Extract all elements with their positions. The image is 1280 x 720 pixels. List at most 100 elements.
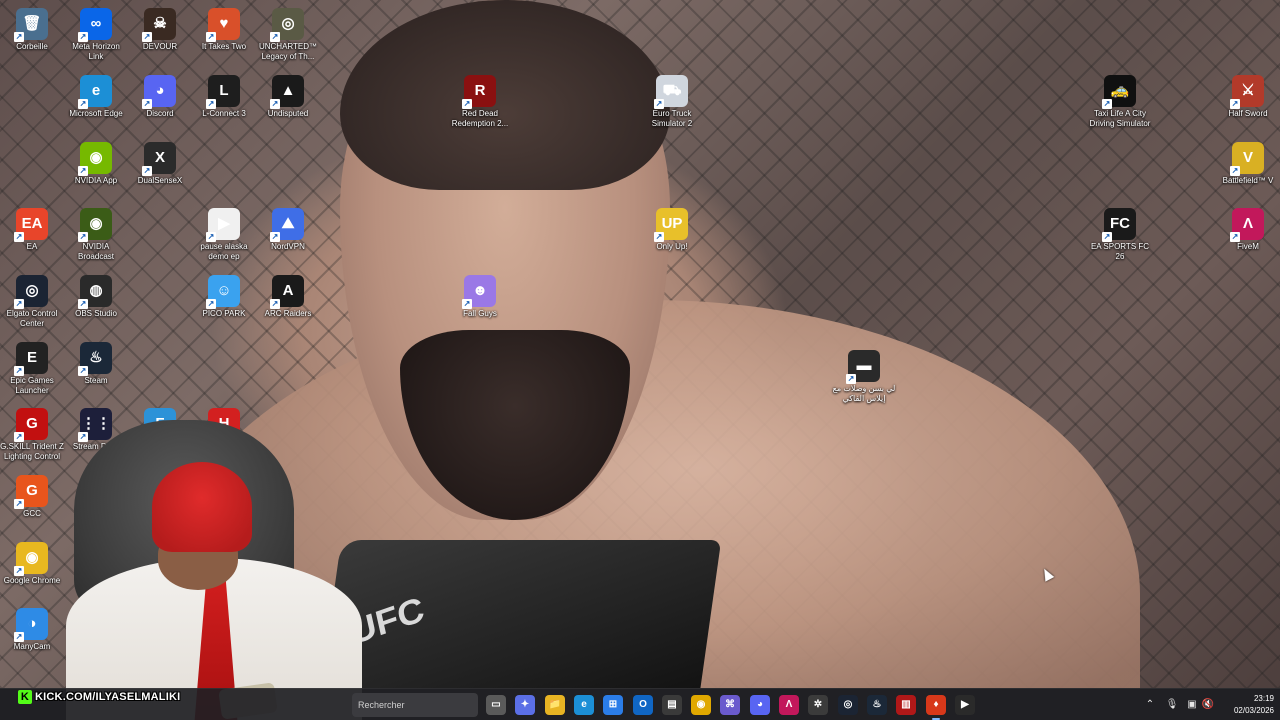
taskbar-outlook-icon[interactable]: O [633, 695, 653, 715]
taxi-life-icon: 🚕 [1102, 75, 1136, 109]
desktop-icon[interactable]: EAEA [0, 204, 64, 252]
desktop-icon-label: pause alaska demo ep [200, 242, 248, 261]
desktop-icon-label: Taxi Life A City Driving Simulator [1089, 109, 1151, 128]
gcc-icon: G [14, 475, 48, 509]
euro-truck-icon: ⛟ [654, 75, 688, 109]
desktop-icon[interactable]: GGCC [0, 471, 64, 519]
taskbar-clapper-icon[interactable]: ▤ [662, 695, 682, 715]
desktop-icon[interactable]: EEpic Games Launcher [0, 338, 64, 396]
desktop-icon[interactable]: XDualSenseX [128, 138, 192, 186]
network-icon[interactable]: ▣ [1184, 689, 1200, 720]
taskbar-task-view-icon[interactable]: ▭ [486, 695, 506, 715]
kick-logo-icon: K [18, 690, 32, 704]
chrome-icon: ◉ [14, 542, 48, 576]
devour-icon: ☠ [142, 8, 176, 42]
nvidia-broadcast-icon: ◉ [78, 208, 112, 242]
clock-date: 02/03/2026 [1233, 706, 1274, 715]
desktop-icon-label: Fall Guys [463, 309, 497, 318]
manycam-icon: ◑ [14, 608, 48, 642]
desktop-icon-label: PICO PARK [202, 309, 246, 318]
desktop-icon[interactable]: ☠DEVOUR [128, 4, 192, 52]
desktop-icon-label: Elgato Control Center [6, 309, 58, 328]
desktop-icon[interactable]: eMicrosoft Edge [64, 71, 128, 119]
desktop-icon[interactable]: ⚔Half Sword [1216, 71, 1280, 119]
desktop-icon-label: Euro Truck Simulator 2 [651, 109, 693, 128]
taskbar-controller-icon[interactable]: ⌘ [720, 695, 740, 715]
taskbar: Rechercher ▭ ✦ 📁 e ⊞ O ▤ ◉ ⌘ ◕ Λ ✲ ◎ ♨ ▥ ♦ ▶ ⌃ 🎙 ▣ 🔇 23:… [0, 688, 1280, 720]
taskbar-fivem-icon[interactable]: Λ [779, 695, 799, 715]
desktop-icon[interactable]: ☺PICO PARK [192, 271, 256, 319]
desktop-icon-label: It Takes Two [201, 42, 247, 51]
gskill-icon: G [14, 408, 48, 442]
desktop-icon[interactable]: RRed Dead Redemption 2... [448, 71, 512, 129]
desktop-icon-label: Epic Games Launcher [10, 376, 54, 395]
desktop-icon[interactable]: ◎UNCHARTED™ Legacy of Th... [256, 4, 320, 62]
desktop-icon[interactable]: ◑ManyCam [0, 604, 64, 652]
taskbar-store-icon[interactable]: ⊞ [603, 695, 623, 715]
desktop-icon[interactable]: ⛰NordVPN [256, 204, 320, 252]
desktop-icon-label: ManyCam [13, 642, 51, 651]
video-file-icon: ▬ [846, 350, 880, 384]
taskbar-copilot-icon[interactable]: ✦ [515, 695, 535, 715]
elgato-icon: ◎ [14, 275, 48, 309]
desktop-icon[interactable]: ▲Undisputed [256, 71, 320, 119]
taskbar-search-input[interactable]: Rechercher [352, 693, 478, 717]
desktop-icon[interactable]: ◍OBS Studio [64, 271, 128, 319]
desktop-icon-label: Undisputed [267, 109, 309, 118]
desktop-icon[interactable]: ♨Steam [64, 338, 128, 386]
desktop-icon-label: UNCHARTED™ Legacy of Th... [258, 42, 318, 61]
desktop-icon[interactable]: ◎Elgato Control Center [0, 271, 64, 329]
desktop-icon[interactable]: ΛFiveM [1216, 204, 1280, 252]
edge-icon: e [78, 75, 112, 109]
taskbar-discord-icon[interactable]: ◕ [750, 695, 770, 715]
taskbar-elgato-icon[interactable]: ◎ [838, 695, 858, 715]
desktop-icon-label: Only Up! [656, 242, 688, 251]
desktop-icon-label: Red Dead Redemption 2... [451, 109, 509, 128]
dualsensex-icon: X [142, 142, 176, 176]
taskbar-edge-icon[interactable]: e [574, 695, 594, 715]
steam-icon: ♨ [78, 342, 112, 376]
desktop-icon[interactable]: ▶pause alaska demo ep [192, 204, 256, 262]
taskbar-steelseries-icon[interactable]: ✲ [808, 695, 828, 715]
desktop-icon[interactable]: 🗑Corbeille [0, 4, 64, 52]
desktop-icon-label: NordVPN [271, 242, 305, 251]
desktop-icon[interactable]: ◉NVIDIA Broadcast [64, 204, 128, 262]
recycle-bin-icon: 🗑 [14, 8, 48, 42]
taskbar-steam-icon[interactable]: ♨ [867, 695, 887, 715]
desktop-icon[interactable]: GG.SKILL Trident Z Lighting Control [0, 404, 64, 462]
uncharted-icon: ◎ [270, 8, 304, 42]
desktop-icon[interactable]: 🚕Taxi Life A City Driving Simulator [1088, 71, 1152, 129]
taskbar-game-active-icon[interactable]: ♦ [926, 695, 946, 720]
desktop-icon[interactable]: UPOnly Up! [640, 204, 704, 252]
search-placeholder: Rechercher [358, 700, 405, 710]
desktop-icon[interactable]: ◕Discord [128, 71, 192, 119]
desktop-icon[interactable]: VBattlefield™ V [1216, 138, 1280, 186]
it-takes-two-icon: ♥ [206, 8, 240, 42]
desktop-icon[interactable]: AARC Raiders [256, 271, 320, 319]
desktop-icon[interactable]: ♥It Takes Two [192, 4, 256, 52]
tray-chevron-icon[interactable]: ⌃ [1142, 689, 1158, 720]
taskbar-nvidia-icon[interactable]: ▶ [955, 695, 975, 715]
pico-park-icon: ☺ [206, 275, 240, 309]
desktop-icon[interactable]: FCEA SPORTS FC 26 [1088, 204, 1152, 262]
desktop-icon-label: G.SKILL Trident Z Lighting Control [0, 442, 64, 461]
taskbar-stream-app-icon[interactable]: ▥ [896, 695, 916, 715]
ea-fc-icon: FC [1102, 208, 1136, 242]
desktop-icon-label: Battlefield™ V [1222, 176, 1274, 185]
desktop-icon[interactable]: ☻Fall Guys [448, 271, 512, 319]
microphone-icon[interactable]: 🎙 [1164, 689, 1180, 720]
nordvpn-icon: ⛰ [270, 208, 304, 242]
desktop-icon[interactable]: LL-Connect 3 [192, 71, 256, 119]
desktop-icon[interactable]: ▬لي بسن وصلات مع إيلاس الفاكي [832, 346, 896, 404]
desktop-icon[interactable]: ◉NVIDIA App [64, 138, 128, 186]
desktop-icon-label: لي بسن وصلات مع إيلاس الفاكي [832, 384, 896, 403]
desktop-icon[interactable]: ◉Google Chrome [0, 538, 64, 586]
taskbar-clock[interactable]: 23:19 02/03/2026 [1214, 693, 1274, 717]
desktop-icon-label: NVIDIA App [74, 176, 118, 185]
desktop-icon[interactable]: ∞Meta Horizon Link [64, 4, 128, 62]
taskbar-file-explorer-icon[interactable]: 📁 [545, 695, 565, 715]
only-up-icon: UP [654, 208, 688, 242]
taskbar-chrome-icon[interactable]: ◉ [691, 695, 711, 715]
desktop-icon[interactable]: ⛟Euro Truck Simulator 2 [640, 71, 704, 129]
desktop-icon-label: Microsoft Edge [69, 109, 123, 118]
